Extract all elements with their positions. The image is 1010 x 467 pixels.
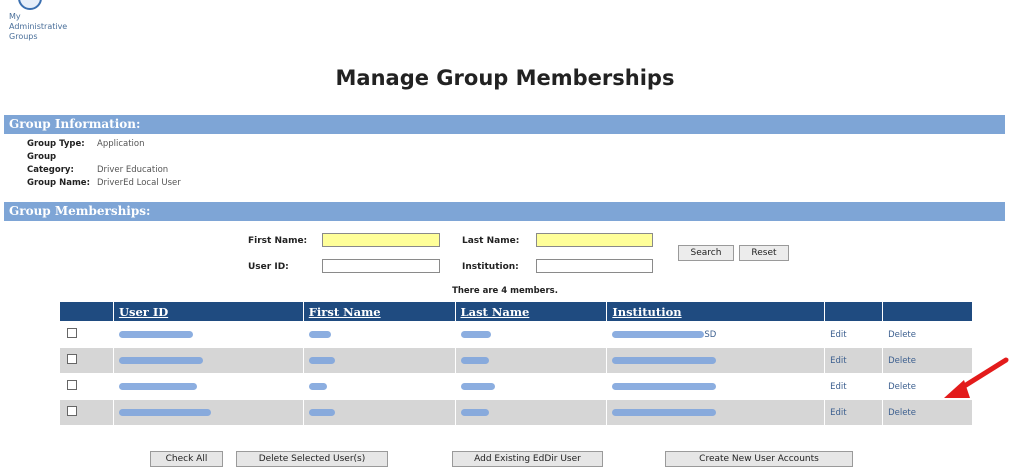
institution-suffix: SD (704, 329, 717, 340)
redacted-last-name (460, 382, 495, 390)
search-button[interactable]: Search (678, 245, 734, 261)
redacted-first-name (308, 356, 335, 364)
edit-link[interactable]: Edit (830, 356, 846, 366)
edit-link[interactable]: Edit (830, 408, 846, 418)
group-name-label: Group Name: (27, 178, 90, 188)
group-info-header: Group Information: (4, 115, 1005, 134)
red-arrow-icon (944, 357, 1009, 398)
redacted-institution (612, 356, 717, 364)
my-admin-groups-link[interactable]: My Administrative Groups (9, 12, 67, 42)
group-name-value: DriverEd Local User (97, 178, 181, 188)
table-row: Edit Delete (59, 399, 973, 426)
redacted-institution (612, 408, 717, 416)
page-title: Manage Group Memberships (335, 66, 675, 90)
column-header-first-name[interactable]: First Name (302, 301, 456, 322)
group-category-value: Driver Education (97, 165, 169, 175)
redacted-last-name (460, 356, 489, 364)
redacted-user-id (118, 330, 193, 338)
user-id-field[interactable] (322, 259, 440, 273)
last-name-label: Last Name: (462, 236, 520, 246)
delete-column-header (882, 301, 973, 322)
redacted-user-id (118, 408, 211, 416)
delete-selected-button[interactable]: Delete Selected User(s) (236, 451, 388, 467)
delete-link[interactable]: Delete (888, 382, 916, 392)
column-header-institution[interactable]: Institution (606, 301, 826, 322)
row-checkbox[interactable] (67, 354, 77, 364)
redacted-last-name (460, 408, 489, 416)
add-existing-user-button[interactable]: Add Existing EdDir User (452, 451, 603, 467)
row-checkbox[interactable] (67, 380, 77, 390)
redacted-institution (612, 330, 705, 338)
redacted-last-name (460, 330, 491, 338)
edit-link[interactable]: Edit (830, 382, 846, 392)
redacted-user-id (118, 356, 203, 364)
group-info-details: Group Type: Application Group Category: Dr… (27, 138, 181, 190)
redacted-user-id (118, 382, 197, 390)
table-row: Edit Delete (59, 373, 973, 400)
group-category-label: Group Category: (27, 152, 74, 175)
nav-label-line: My (9, 12, 21, 21)
user-id-label: User ID: (248, 262, 289, 272)
table-row: SD Edit Delete (59, 321, 973, 348)
edit-column-header (824, 301, 884, 322)
select-column-header (59, 301, 114, 322)
delete-link[interactable]: Delete (888, 408, 916, 418)
table-header-row: User ID First Name Last Name Institution (59, 301, 973, 322)
group-type-value: Application (97, 139, 145, 149)
column-header-last-name[interactable]: Last Name (454, 301, 608, 322)
nav-label-line: Groups (9, 32, 38, 41)
column-header-user-id[interactable]: User ID (112, 301, 304, 322)
table-row: Edit Delete (59, 347, 973, 374)
first-name-field[interactable] (322, 233, 440, 247)
redacted-institution (612, 382, 717, 390)
row-checkbox[interactable] (67, 328, 77, 338)
delete-link[interactable]: Delete (888, 330, 916, 340)
member-count: There are 4 members. (452, 286, 558, 296)
group-memberships-header: Group Memberships: (4, 202, 1005, 221)
institution-label: Institution: (462, 262, 519, 272)
delete-link[interactable]: Delete (888, 356, 916, 366)
members-table: User ID First Name Last Name Institution… (59, 301, 973, 426)
institution-field[interactable] (536, 259, 653, 273)
create-new-accounts-button[interactable]: Create New User Accounts (665, 451, 853, 467)
first-name-label: First Name: (248, 236, 308, 246)
redacted-first-name (308, 408, 335, 416)
redacted-first-name (308, 330, 331, 338)
row-checkbox[interactable] (67, 406, 77, 416)
edit-link[interactable]: Edit (830, 330, 846, 340)
check-all-button[interactable]: Check All (150, 451, 223, 467)
my-admin-groups-icon[interactable] (18, 0, 42, 10)
redacted-first-name (308, 382, 327, 390)
reset-button[interactable]: Reset (739, 245, 789, 261)
group-type-label: Group Type: (27, 139, 85, 149)
nav-label-line: Administrative (9, 22, 68, 31)
last-name-field[interactable] (536, 233, 653, 247)
